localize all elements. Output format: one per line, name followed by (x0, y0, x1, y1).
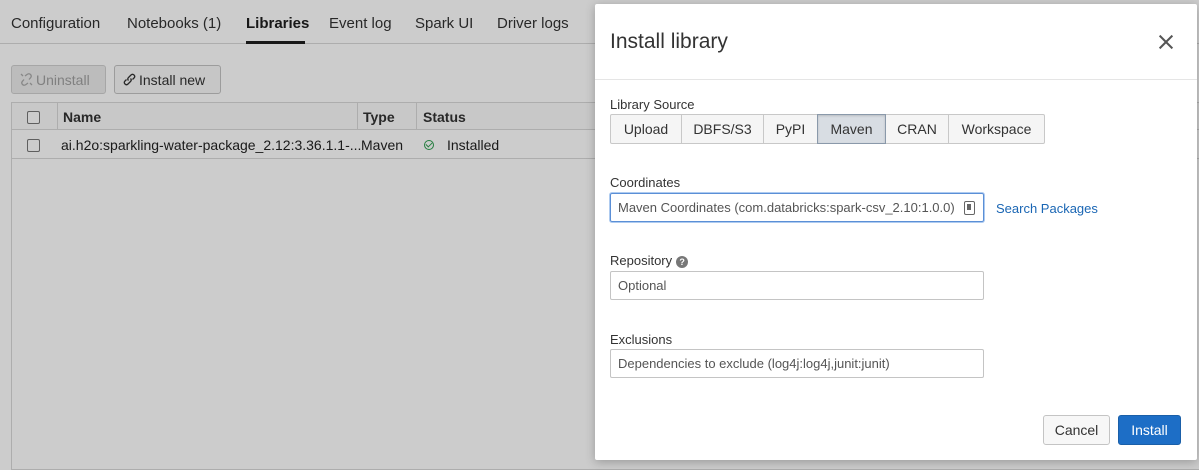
source-pypi[interactable]: PyPI (763, 114, 818, 144)
source-upload[interactable]: Upload (610, 114, 682, 144)
source-maven[interactable]: Maven (817, 114, 886, 144)
install-library-dialog: Install library Library Source Upload DB… (595, 4, 1197, 460)
close-icon[interactable] (1158, 34, 1174, 50)
source-dbfs-s3[interactable]: DBFS/S3 (681, 114, 764, 144)
repository-placeholder: Optional (618, 278, 667, 293)
help-icon[interactable]: ? (676, 255, 689, 268)
exclusions-label: Exclusions (610, 332, 673, 347)
exclusions-placeholder: Dependencies to exclude (log4j:log4j,jun… (618, 356, 890, 371)
coordinates-placeholder: Maven Coordinates (com.databricks:spark-… (618, 200, 955, 215)
source-cran[interactable]: CRAN (885, 114, 949, 144)
library-source-selector: Upload DBFS/S3 PyPI Maven CRAN Workspace (610, 114, 1045, 144)
coordinates-label: Coordinates (610, 175, 681, 190)
install-button[interactable]: Install (1118, 415, 1181, 445)
library-source-label: Library Source (610, 97, 695, 112)
search-packages-link[interactable]: Search Packages (996, 201, 1098, 216)
repository-input[interactable]: Optional (610, 271, 984, 300)
dialog-title: Install library (610, 30, 728, 53)
repository-label-text: Repository (610, 253, 673, 268)
repository-label: Repository? (610, 253, 689, 268)
dialog-header: Install library (595, 4, 1197, 80)
coordinates-input[interactable]: Maven Coordinates (com.databricks:spark-… (610, 193, 984, 222)
contact-card-icon[interactable] (964, 201, 975, 215)
cancel-button[interactable]: Cancel (1043, 415, 1110, 445)
exclusions-input[interactable]: Dependencies to exclude (log4j:log4j,jun… (610, 349, 984, 378)
source-workspace[interactable]: Workspace (948, 114, 1045, 144)
